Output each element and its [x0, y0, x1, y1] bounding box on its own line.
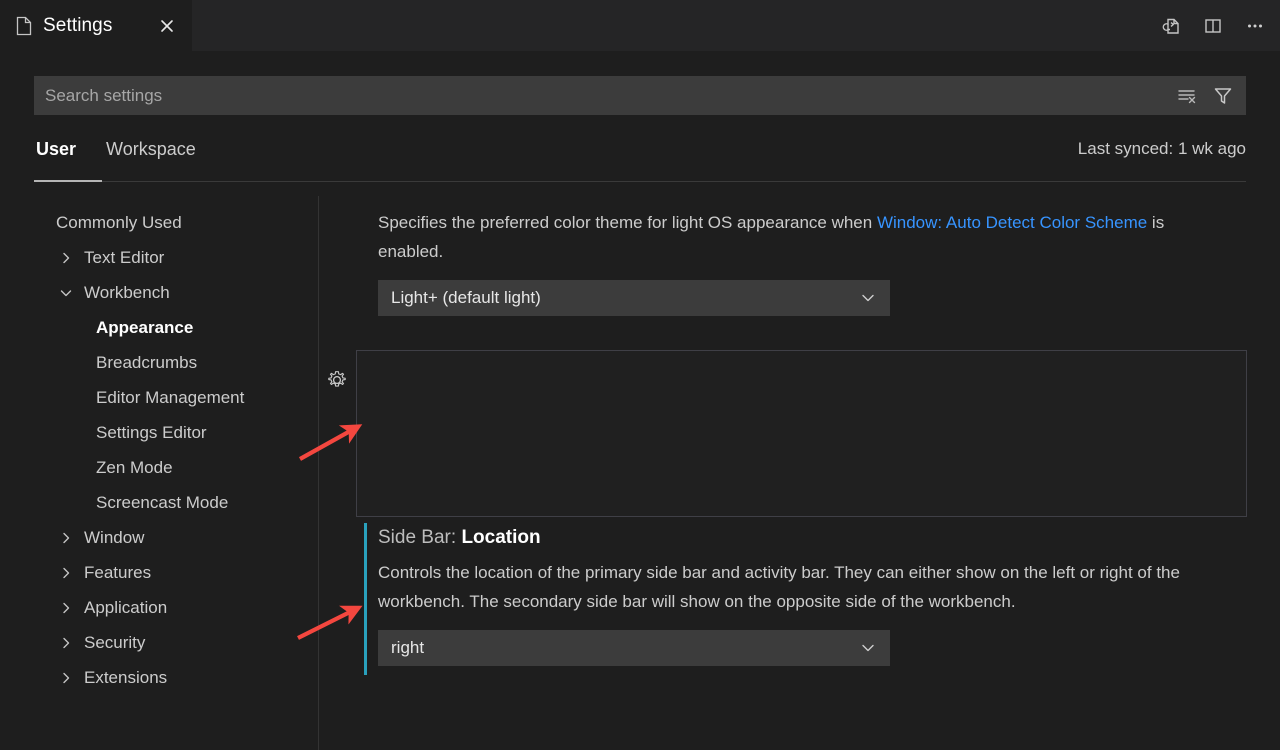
sidebar-item-extensions[interactable]: Extensions	[0, 660, 318, 695]
ellipsis-icon[interactable]	[1242, 13, 1268, 39]
tab-settings[interactable]: Settings	[0, 0, 192, 51]
gear-icon[interactable]	[326, 369, 348, 391]
file-icon	[15, 16, 33, 36]
toc-item-label: Editor Management	[96, 388, 244, 408]
tab-label: Settings	[43, 15, 112, 37]
editor-tab-bar: Settings	[0, 0, 1280, 51]
chevron-down-icon	[859, 289, 877, 307]
chevron-right-icon	[58, 635, 74, 651]
window-auto-detect-color-scheme-link[interactable]: Window: Auto Detect Color Scheme	[877, 213, 1147, 232]
sidebar-item-commonly-used[interactable]: Commonly Used	[0, 205, 318, 240]
preferred-light-color-theme-setting: Specifies the preferred color theme for …	[319, 196, 1280, 338]
modified-accent-bar	[364, 523, 367, 675]
chevron-down-icon	[58, 285, 74, 301]
toc-item-label: Commonly Used	[56, 213, 182, 233]
setting-title: Side Bar: Location	[378, 527, 1245, 549]
active-tab-underline	[34, 180, 102, 182]
sidebar-item-application[interactable]: Application	[0, 590, 318, 625]
search-settings-bar[interactable]	[34, 76, 1246, 115]
sidebar-item-editor-management[interactable]: Editor Management	[0, 380, 318, 415]
chevron-right-icon	[58, 530, 74, 546]
split-editor-icon[interactable]	[1200, 13, 1226, 39]
chevron-right-icon	[58, 670, 74, 686]
toc-item-label: Security	[84, 633, 145, 653]
sidebar-item-breadcrumbs[interactable]: Breadcrumbs	[0, 345, 318, 380]
settings-editor: Settings	[0, 0, 1280, 750]
setting-title-key: Location	[461, 527, 540, 548]
clear-search-icon[interactable]	[1175, 84, 1199, 108]
setting-description: Specifies the preferred color theme for …	[378, 208, 1223, 266]
chevron-down-icon	[859, 639, 877, 657]
toc-item-label: Application	[84, 598, 167, 618]
toc-item-label: Settings Editor	[96, 423, 207, 443]
settings-scope-bar: User Workspace Last synced: 1 wk ago	[34, 135, 1246, 183]
tab-user[interactable]: User	[34, 135, 78, 160]
select-value: Light+ (default light)	[391, 288, 541, 308]
open-file-external-icon[interactable]	[1158, 13, 1184, 39]
sidebar-item-screencast-mode[interactable]: Screencast Mode	[0, 485, 318, 520]
sidebar-item-workbench[interactable]: Workbench	[0, 275, 318, 310]
toc-item-label: Extensions	[84, 668, 167, 688]
scope-tab-list: User Workspace	[34, 135, 1246, 180]
description-text-before: Specifies the preferred color theme for …	[378, 213, 877, 232]
chevron-right-icon	[58, 600, 74, 616]
toc-item-label: Text Editor	[84, 248, 164, 268]
setting-title-category: Side Bar:	[378, 527, 461, 548]
sidebar-item-features[interactable]: Features	[0, 555, 318, 590]
sidebar-item-window[interactable]: Window	[0, 520, 318, 555]
toc-item-label: Screencast Mode	[96, 493, 228, 513]
sidebar-item-text-editor[interactable]: Text Editor	[0, 240, 318, 275]
toc-item-label: Appearance	[96, 318, 193, 338]
sidebar-location-select[interactable]: right	[378, 630, 890, 666]
focused-setting-outline	[356, 350, 1247, 517]
close-icon[interactable]	[156, 15, 178, 37]
sidebar-item-zen-mode[interactable]: Zen Mode	[0, 450, 318, 485]
setting-description: Controls the location of the primary sid…	[378, 558, 1223, 616]
select-value: right	[391, 638, 424, 658]
sync-status-label: Last synced: 1 wk ago	[1078, 139, 1246, 159]
sidebar-item-security[interactable]: Security	[0, 625, 318, 660]
search-input[interactable]	[35, 77, 1175, 114]
toc-item-label: Features	[84, 563, 151, 583]
chevron-right-icon	[58, 565, 74, 581]
tab-workspace[interactable]: Workspace	[104, 135, 198, 160]
table-of-contents: Commonly Used Text Editor Workbench Appe…	[0, 205, 318, 750]
sidebar-location-setting: Side Bar: Location Controls the location…	[319, 505, 1280, 695]
search-bar-actions	[1175, 84, 1245, 108]
preferred-light-color-theme-select[interactable]: Light+ (default light)	[378, 280, 890, 316]
toc-item-label: Breadcrumbs	[96, 353, 197, 373]
filter-funnel-icon[interactable]	[1211, 84, 1235, 108]
toc-item-label: Workbench	[84, 283, 170, 303]
scope-divider	[34, 181, 1246, 182]
sidebar-item-settings-editor[interactable]: Settings Editor	[0, 415, 318, 450]
chevron-right-icon	[58, 250, 74, 266]
sidebar-item-appearance[interactable]: Appearance	[0, 310, 318, 345]
editor-actions	[1158, 0, 1268, 51]
toc-item-label: Zen Mode	[96, 458, 173, 478]
toc-item-label: Window	[84, 528, 144, 548]
